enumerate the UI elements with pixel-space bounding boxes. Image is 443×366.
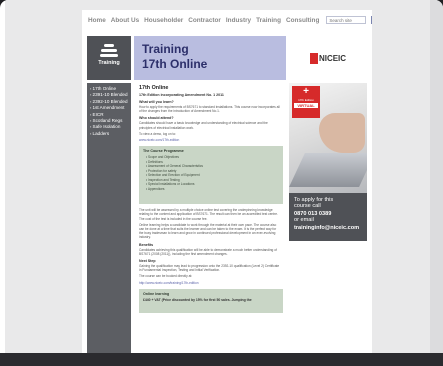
- search-input[interactable]: [326, 16, 367, 24]
- paragraph-benefits: Candidates achieving this qualification …: [139, 247, 277, 256]
- nav-contractor[interactable]: Contractor: [188, 17, 221, 24]
- nav-training[interactable]: Training: [256, 17, 281, 24]
- paragraph-demo: To view a demo, log on to:: [139, 131, 177, 136]
- question-attend: Who should attend?: [139, 116, 174, 121]
- page-edge: [430, 0, 443, 353]
- sidebar-item-1st-amendment[interactable]: 1st Amendment: [90, 105, 128, 111]
- paragraph-next-step: Gaining the qualification may lead to pr…: [139, 264, 280, 273]
- content-heading: 17th Online: [139, 85, 169, 91]
- paragraph-assessment: The unit will be assessed by a multiple …: [139, 208, 278, 221]
- badge-edition: 17th Edition: [298, 98, 314, 102]
- sidebar: 17th Online 2391-10 Blended 2392-10 Blen…: [87, 83, 131, 353]
- demo-link[interactable]: www.niceic.com/17th-edition: [139, 138, 281, 142]
- apply-email[interactable]: traininginfo@niceic.com: [294, 225, 362, 231]
- screen: Home About Us Householder Contractor Ind…: [0, 0, 443, 366]
- search-button[interactable]: [371, 16, 372, 24]
- laptop-illustration: [289, 153, 367, 187]
- niceic-logo-icon: [309, 52, 318, 64]
- nav-consulting[interactable]: Consulting: [286, 17, 319, 24]
- browser-page: Home About Us Householder Contractor Ind…: [5, 0, 438, 353]
- hero-line-2: 17th Online: [142, 57, 208, 71]
- device-bezel: [0, 353, 443, 366]
- right-column: + 17th Edition VIRTUAL To apply for this…: [289, 83, 367, 353]
- page-hero-title: Training 17th Online: [134, 36, 286, 80]
- course-programme-title: The Course Programme: [143, 149, 184, 154]
- nav-about-us[interactable]: About Us: [111, 17, 139, 24]
- site-container: Home About Us Householder Contractor Ind…: [82, 10, 372, 353]
- content-subheading: 17th Edition incorporating Amendment No.…: [139, 93, 224, 97]
- online-learning-title: Online learning: [143, 291, 170, 296]
- apply-box[interactable]: To apply for this course call 0870 013 0…: [289, 193, 367, 241]
- hand-illustration: [319, 113, 365, 153]
- virtual-badge: + 17th Edition VIRTUAL: [292, 86, 320, 118]
- course-programme-box: The Course Programme Scope and Objective…: [139, 146, 283, 205]
- paragraph-booking: The course can be booked directly at:: [139, 274, 193, 279]
- nav-industry[interactable]: Industry: [226, 17, 251, 24]
- plus-icon: +: [303, 86, 309, 97]
- nav-householder[interactable]: Householder: [144, 17, 183, 24]
- paragraph-attend: Candidates should have a basic knowledge…: [139, 121, 268, 130]
- paragraph-online-learning: Online learning helps a candidate to wor…: [139, 222, 277, 240]
- paragraph-learn: How to apply the requirements of BS7671 …: [139, 105, 280, 114]
- nav-home[interactable]: Home: [88, 17, 106, 24]
- list-item: Appendices: [146, 187, 279, 192]
- brand-logo-box[interactable]: NICEIC: [289, 36, 367, 80]
- promo-photo: + 17th Edition VIRTUAL: [289, 83, 367, 193]
- apply-line-2: course call: [294, 203, 321, 210]
- top-nav: Home About Us Householder Contractor Ind…: [82, 10, 372, 30]
- question-learn: What will you learn?: [139, 100, 174, 104]
- training-logo-label: Training: [98, 60, 120, 66]
- hero-line-1: Training: [142, 42, 189, 56]
- training-logo[interactable]: Training: [87, 36, 131, 80]
- heading-benefits: Benefits: [139, 242, 154, 247]
- main-content: 17th Online 17th Edition incorporating A…: [134, 83, 286, 353]
- heading-next-step: Next Step: [139, 259, 156, 264]
- badge-virtual: VIRTUAL: [294, 103, 318, 108]
- training-logo-icon: [100, 44, 118, 57]
- sidebar-item-ladders[interactable]: Ladders: [90, 131, 128, 137]
- sidebar-item-2391-blended[interactable]: 2391-10 Blended: [90, 92, 128, 98]
- online-learning-box: Online learning £440 + VAT (Price discou…: [139, 288, 283, 313]
- niceic-logo-text: NICEIC: [318, 53, 347, 63]
- booking-link[interactable]: http://www.niceic.com/training/17th-edit…: [139, 281, 281, 285]
- niceic-logo: NICEIC: [309, 52, 347, 64]
- online-learning-price: £440 + VAT (Price discounted by 15% for …: [143, 297, 252, 302]
- apply-or: or email: [294, 217, 314, 224]
